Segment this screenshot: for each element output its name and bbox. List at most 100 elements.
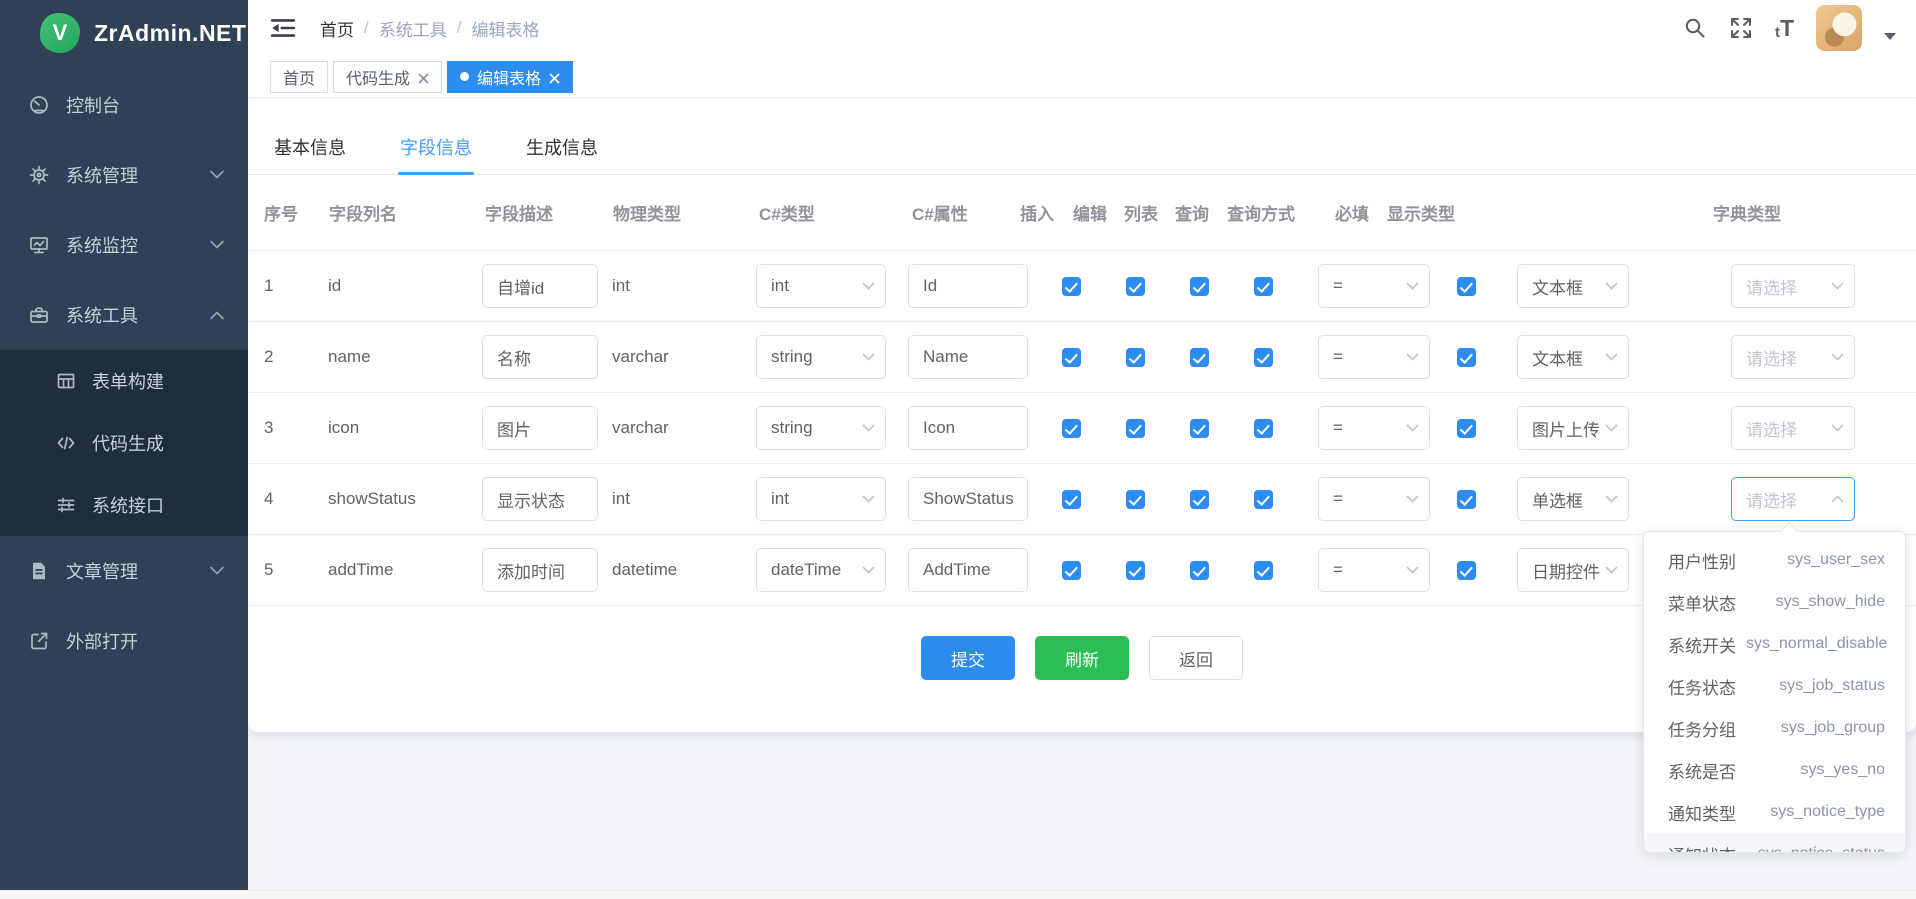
- cs-attr-input[interactable]: [908, 335, 1028, 379]
- display-type-select[interactable]: 单选框: [1517, 477, 1629, 521]
- physical-type: varchar: [612, 347, 756, 367]
- query-mode-select[interactable]: =: [1318, 406, 1430, 450]
- query-checkbox[interactable]: [1254, 277, 1273, 296]
- insert-checkbox[interactable]: [1062, 277, 1081, 296]
- query-mode-select[interactable]: =: [1318, 477, 1430, 521]
- sidebar-fold-icon[interactable]: [270, 17, 296, 39]
- dropdown-option[interactable]: 菜单状态sys_show_hide: [1644, 581, 1905, 623]
- close-icon[interactable]: [549, 71, 560, 82]
- list-checkbox[interactable]: [1190, 561, 1209, 580]
- cs-attr-input[interactable]: [908, 406, 1028, 450]
- back-button[interactable]: 返回: [1149, 636, 1243, 680]
- cs-attr-input[interactable]: [908, 264, 1028, 308]
- query-mode-select[interactable]: =: [1318, 335, 1430, 379]
- tag-edit-table[interactable]: 编辑表格: [447, 61, 573, 93]
- query-checkbox[interactable]: [1254, 419, 1273, 438]
- field-desc-input[interactable]: [482, 335, 598, 379]
- sidebar-item-code-generation[interactable]: 代码生成: [0, 412, 248, 474]
- insert-checkbox[interactable]: [1062, 561, 1081, 580]
- sidebar-item-external-open[interactable]: 外部打开: [0, 606, 248, 676]
- sidebar-item-system-api[interactable]: 系统接口: [0, 474, 248, 536]
- display-type-select[interactable]: 文本框: [1517, 335, 1629, 379]
- tab-generate-info[interactable]: 生成信息: [524, 124, 600, 174]
- tab-basic-info[interactable]: 基本信息: [272, 124, 348, 174]
- tag-code-generation[interactable]: 代码生成: [333, 61, 442, 93]
- dropdown-option[interactable]: 系统是否sys_yes_no: [1644, 749, 1905, 791]
- edit-checkbox[interactable]: [1126, 277, 1145, 296]
- close-icon[interactable]: [418, 71, 429, 82]
- edit-checkbox[interactable]: [1126, 419, 1145, 438]
- sidebar-item-system-admin[interactable]: 系统管理: [0, 140, 248, 210]
- avatar[interactable]: [1816, 5, 1862, 51]
- insert-checkbox[interactable]: [1062, 490, 1081, 509]
- required-checkbox[interactable]: [1457, 348, 1476, 367]
- display-type-select[interactable]: 图片上传: [1517, 406, 1629, 450]
- required-checkbox[interactable]: [1457, 490, 1476, 509]
- cs-type-select[interactable]: int: [756, 264, 886, 308]
- dropdown-option[interactable]: 系统开关sys_normal_disable: [1644, 623, 1905, 665]
- cs-type-select[interactable]: dateTime: [756, 548, 886, 592]
- field-desc-input[interactable]: [482, 548, 598, 592]
- col-header-query-mode: 查询方式: [1227, 200, 1335, 225]
- sidebar-item-system-tools[interactable]: 系统工具: [0, 280, 248, 350]
- sidebar-item-system-monitor[interactable]: 系统监控: [0, 210, 248, 280]
- field-desc-input[interactable]: [482, 477, 598, 521]
- tag-label: 编辑表格: [477, 65, 541, 89]
- dict-type-select[interactable]: 请选择: [1731, 335, 1855, 379]
- dict-type-select[interactable]: 请选择: [1731, 406, 1855, 450]
- font-size-icon[interactable]: tT: [1775, 17, 1794, 40]
- edit-checkbox[interactable]: [1126, 561, 1145, 580]
- list-checkbox[interactable]: [1190, 490, 1209, 509]
- row-index: 3: [264, 418, 328, 438]
- insert-checkbox[interactable]: [1062, 348, 1081, 367]
- cs-type-select[interactable]: int: [756, 477, 886, 521]
- dropdown-option[interactable]: 任务分组sys_job_group: [1644, 707, 1905, 749]
- list-checkbox[interactable]: [1190, 419, 1209, 438]
- query-mode-select[interactable]: =: [1318, 548, 1430, 592]
- sidebar-item-form-builder[interactable]: 表单构建: [0, 350, 248, 412]
- fullscreen-icon[interactable]: [1729, 16, 1753, 40]
- breadcrumb-home[interactable]: 首页: [320, 16, 354, 41]
- dropdown-option[interactable]: 任务状态sys_job_status: [1644, 665, 1905, 707]
- query-mode-select[interactable]: =: [1318, 264, 1430, 308]
- submit-button[interactable]: 提交: [921, 636, 1015, 680]
- field-column-name: icon: [328, 418, 482, 438]
- sidebar-item-article-admin[interactable]: 文章管理: [0, 536, 248, 606]
- field-desc-input[interactable]: [482, 264, 598, 308]
- query-checkbox[interactable]: [1254, 348, 1273, 367]
- caret-down-icon[interactable]: [1884, 33, 1896, 40]
- dict-type-select-open[interactable]: 请选择: [1731, 477, 1855, 521]
- edit-checkbox[interactable]: [1126, 490, 1145, 509]
- app-logo[interactable]: V ZrAdmin.NET: [0, 0, 248, 66]
- query-checkbox[interactable]: [1254, 561, 1273, 580]
- field-desc-input[interactable]: [482, 406, 598, 450]
- dropdown-option[interactable]: 通知状态sys_notice_status: [1644, 833, 1905, 853]
- list-checkbox[interactable]: [1190, 348, 1209, 367]
- edit-checkbox[interactable]: [1126, 348, 1145, 367]
- chevron-down-icon: [862, 353, 875, 361]
- dropdown-option[interactable]: 通知类型sys_notice_type: [1644, 791, 1905, 833]
- required-checkbox[interactable]: [1457, 419, 1476, 438]
- query-checkbox[interactable]: [1254, 490, 1273, 509]
- display-type-select[interactable]: 日期控件: [1517, 548, 1629, 592]
- list-checkbox[interactable]: [1190, 277, 1209, 296]
- horizontal-scrollbar[interactable]: [0, 890, 1916, 899]
- cs-attr-input[interactable]: [908, 548, 1028, 592]
- table-header-row: 序号 字段列名 字段描述 物理类型 C#类型 C#属性 插入 编辑 列表 查询 …: [248, 175, 1916, 251]
- cs-type-select[interactable]: string: [756, 335, 886, 379]
- tab-field-info[interactable]: 字段信息: [398, 124, 474, 174]
- required-checkbox[interactable]: [1457, 277, 1476, 296]
- insert-checkbox[interactable]: [1062, 419, 1081, 438]
- tag-home[interactable]: 首页: [270, 61, 328, 93]
- search-icon[interactable]: [1683, 16, 1707, 40]
- dropdown-option[interactable]: 用户性别sys_user_sex: [1644, 539, 1905, 581]
- dropdown-list: 用户性别sys_user_sex 菜单状态sys_show_hide 系统开关s…: [1643, 531, 1906, 853]
- cs-attr-input[interactable]: [908, 477, 1028, 521]
- refresh-button[interactable]: 刷新: [1035, 636, 1129, 680]
- cs-type-select[interactable]: string: [756, 406, 886, 450]
- dict-type-select[interactable]: 请选择: [1731, 264, 1855, 308]
- chevron-down-icon: [1831, 424, 1844, 432]
- display-type-select[interactable]: 文本框: [1517, 264, 1629, 308]
- sidebar-item-dashboard[interactable]: 控制台: [0, 70, 248, 140]
- required-checkbox[interactable]: [1457, 561, 1476, 580]
